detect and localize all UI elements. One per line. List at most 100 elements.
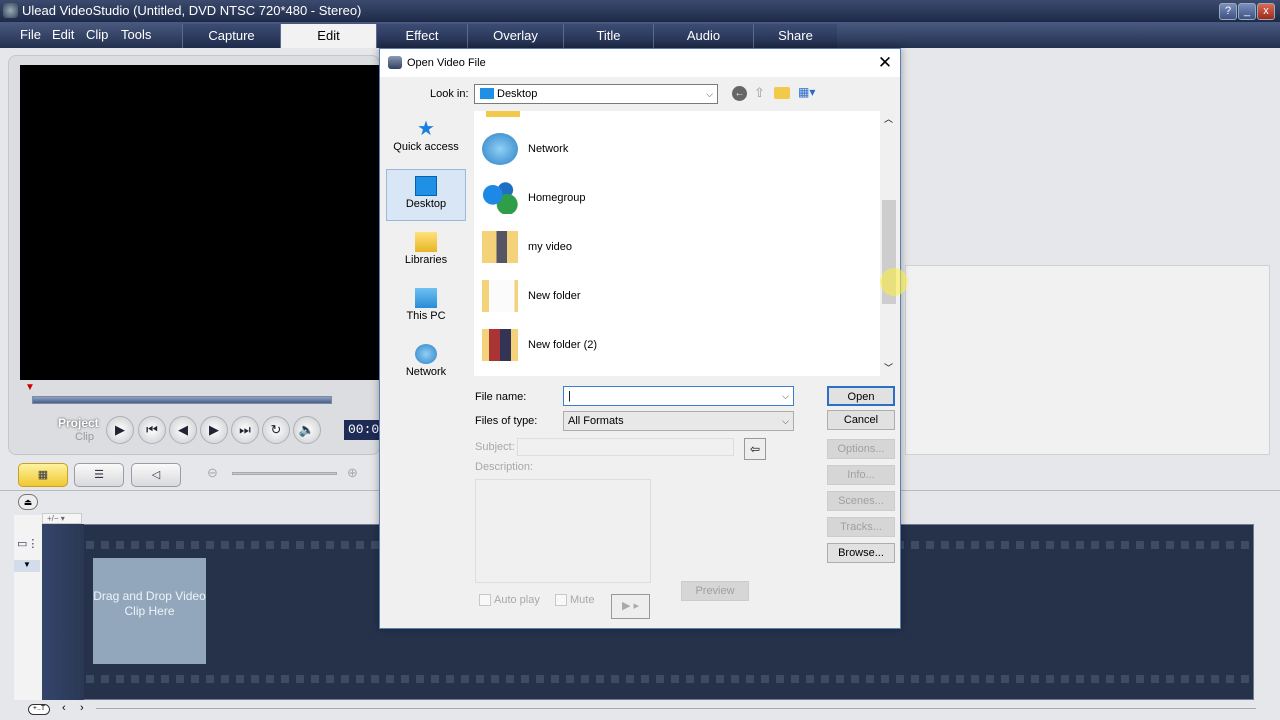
computer-icon [415, 288, 437, 308]
timeline-view-button[interactable]: ☰ [74, 463, 124, 487]
eject-button[interactable]: ⏏ [18, 494, 38, 510]
subject-apply-button[interactable]: ⇦ [744, 438, 766, 460]
scenes-button[interactable]: Scenes... [827, 491, 895, 511]
subject-input[interactable] [517, 438, 734, 456]
drop-zone[interactable]: Drag and Drop Video Clip Here [93, 558, 206, 664]
zoom-ruler-control[interactable]: +/− ▾ [42, 513, 82, 524]
place-label: Desktop [405, 198, 447, 210]
desktop-icon [480, 88, 494, 99]
preview-screen [20, 65, 380, 380]
scrub-bar[interactable] [32, 396, 332, 404]
zoom-in-icon[interactable]: ⊕ [347, 465, 358, 481]
place-this-pc[interactable]: This PC [386, 282, 466, 334]
tab-edit[interactable]: Edit [280, 24, 376, 48]
file-name: my video [528, 241, 573, 253]
play-button[interactable]: ▶ [106, 416, 134, 444]
zoom-slider[interactable] [232, 472, 337, 475]
scrubber-handle-icon[interactable]: ▼ [25, 382, 39, 393]
file-item-new-folder[interactable]: New folder [480, 276, 780, 316]
preview-button[interactable]: Preview [681, 581, 749, 601]
app-icon [3, 3, 18, 18]
scroll-left-icon[interactable]: ‹ [62, 702, 66, 714]
tab-title[interactable]: Title [563, 24, 653, 48]
description-textarea[interactable] [475, 479, 651, 583]
view-menu-button[interactable]: ▦▾ [798, 85, 815, 99]
menu-clip[interactable]: Clip [86, 22, 108, 48]
look-in-dropdown[interactable]: Desktop ⌵ [474, 84, 718, 104]
storyboard-view-button[interactable]: ▦ [18, 463, 68, 487]
scroll-right-icon[interactable]: › [80, 702, 84, 714]
home-button[interactable]: ⏮ [138, 416, 166, 444]
dialog-title-bar: Open Video File [380, 49, 900, 77]
close-app-button[interactable]: x [1257, 3, 1275, 20]
volume-button[interactable]: 🔈 [293, 416, 321, 444]
tab-capture[interactable]: Capture [182, 24, 280, 48]
cancel-button[interactable]: Cancel [827, 410, 895, 430]
file-list[interactable]: Network Homegroup my video New folder Ne… [474, 111, 892, 376]
eject-icon: ⏏ [23, 497, 33, 507]
scroll-up-icon[interactable]: ︿ [884, 112, 893, 125]
tab-overlay[interactable]: Overlay [467, 24, 563, 48]
end-button[interactable]: ⏭ [231, 416, 259, 444]
mute-checkbox[interactable]: Mute [555, 594, 594, 607]
place-libraries[interactable]: Libraries [386, 226, 466, 278]
menu-edit[interactable]: Edit [52, 22, 74, 48]
tab-audio[interactable]: Audio [653, 24, 753, 48]
browse-button[interactable]: Browse... [827, 543, 895, 563]
tab-share[interactable]: Share [753, 24, 837, 48]
file-name: Homegroup [528, 192, 586, 204]
up-folder-button[interactable]: ⇧ [754, 85, 765, 101]
options-panel [905, 265, 1270, 455]
back-button[interactable]: ← [732, 86, 747, 101]
play-icon: ▶ [115, 422, 125, 437]
subject-label: Subject: [475, 441, 515, 453]
clip-mode-label[interactable]: Clip [75, 431, 94, 443]
file-name: New folder [528, 290, 581, 302]
minimize-button[interactable]: _ [1238, 3, 1256, 20]
tab-effect[interactable]: Effect [376, 24, 467, 48]
step-forward-icon: ▶ [209, 422, 219, 437]
dialog-title: Open Video File [407, 57, 486, 69]
previous-frame-button[interactable]: ◀ [169, 416, 197, 444]
project-mode-label[interactable]: Project [58, 416, 99, 430]
open-button[interactable]: Open [827, 386, 895, 406]
audio-view-button[interactable]: ◁ [131, 463, 181, 487]
info-button[interactable]: Info... [827, 465, 895, 485]
file-item-new-folder-2[interactable]: New folder (2) [480, 325, 780, 365]
files-of-type-dropdown[interactable]: All Formats ⌵ [563, 411, 794, 431]
track-manager-icon[interactable]: ▭⋮ [17, 537, 38, 550]
scroll-down-icon[interactable]: ﹀ [884, 361, 893, 374]
network-icon [415, 344, 437, 364]
options-button[interactable]: Options... [827, 439, 895, 459]
play-preview-button[interactable]: ▶ ▸ [611, 594, 650, 619]
place-quick-access[interactable]: ★ Quick access [386, 113, 466, 165]
next-frame-button[interactable]: ▶ [200, 416, 228, 444]
network-icon [482, 133, 518, 165]
new-folder-button[interactable] [774, 87, 790, 99]
folder-icon [482, 280, 518, 312]
chevron-down-icon: ⌵ [782, 416, 789, 426]
description-label: Description: [475, 461, 534, 473]
timeline-scrollbar[interactable] [96, 708, 1256, 709]
repeat-button[interactable]: ↻ [262, 416, 290, 444]
file-item-homegroup[interactable]: Homegroup [480, 178, 780, 218]
help-button[interactable]: ? [1219, 3, 1237, 20]
file-item-network[interactable]: Network [480, 129, 780, 169]
fit-project-button[interactable]: +..T [28, 704, 50, 715]
menu-tools[interactable]: Tools [121, 22, 151, 48]
places-bar: ★ Quick access Desktop Libraries This PC … [386, 113, 468, 393]
timecode-display[interactable]: 00:0 [344, 420, 380, 440]
place-label: This PC [406, 310, 446, 322]
place-desktop[interactable]: Desktop [386, 169, 466, 221]
menu-file[interactable]: File [20, 22, 41, 48]
file-name-input[interactable]: | ⌵ [563, 386, 794, 406]
track-dropdown-icon[interactable]: ▼ [14, 560, 40, 572]
autoplay-checkbox[interactable]: Auto play [479, 594, 540, 607]
place-network[interactable]: Network [386, 338, 466, 390]
tracks-button[interactable]: Tracks... [827, 517, 895, 537]
chevron-down-icon: ⌵ [782, 391, 789, 401]
close-dialog-button[interactable]: ✕ [874, 52, 896, 74]
zoom-out-icon[interactable]: ⊖ [207, 465, 218, 481]
file-item-my-video[interactable]: my video [480, 227, 780, 267]
dialog-app-icon [388, 56, 402, 69]
